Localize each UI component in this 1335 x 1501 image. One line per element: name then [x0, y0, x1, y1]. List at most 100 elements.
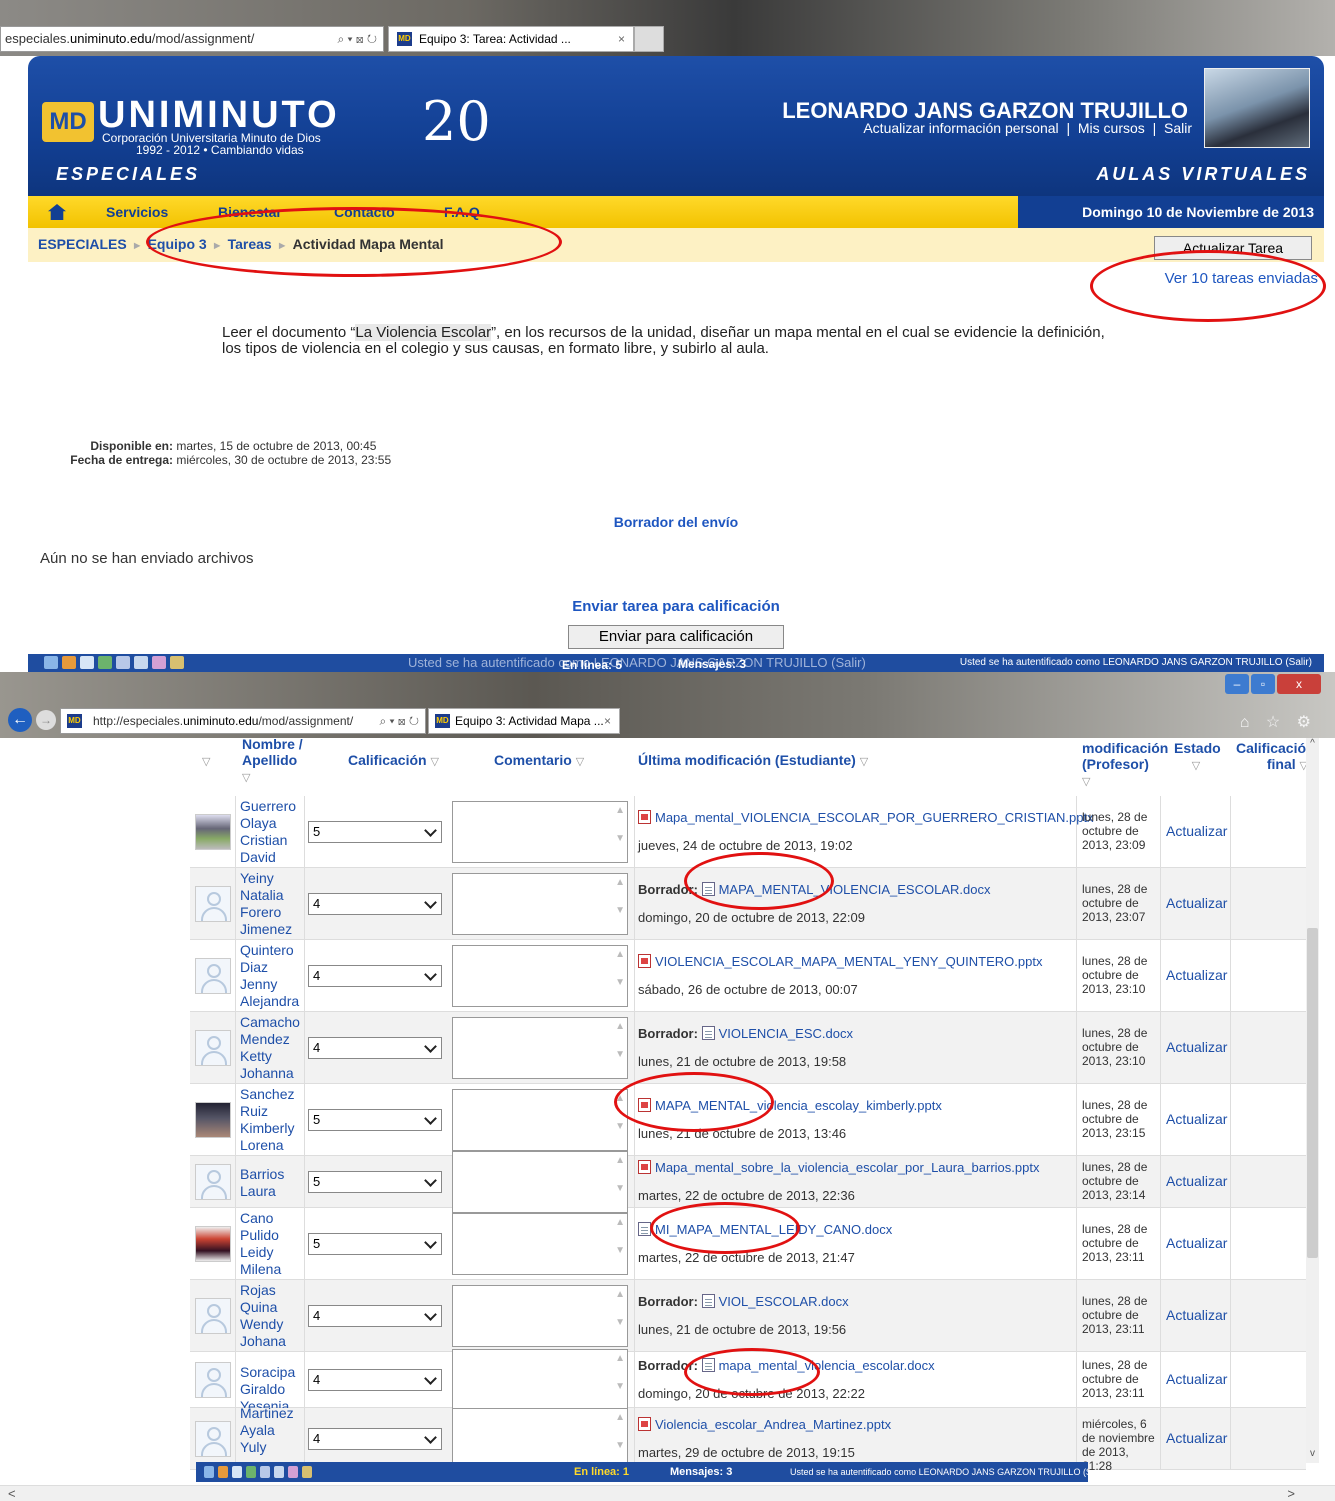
update-status-link[interactable]: Actualizar — [1166, 1235, 1227, 1251]
scroll-left-icon[interactable]: < — [8, 1486, 16, 1501]
col-status[interactable]: Estado ▽ — [1174, 740, 1221, 798]
view-submissions-link[interactable]: Ver 10 tareas enviadas — [1165, 270, 1318, 287]
student-avatar[interactable] — [195, 1421, 231, 1457]
address-bar[interactable]: especiales.uniminuto.edu/mod/assignment/… — [0, 26, 384, 52]
file-link[interactable]: mapa_mental_violencia_escolar.docx — [719, 1358, 935, 1373]
back-arrow-icon[interactable]: ← — [8, 708, 32, 732]
file-link[interactable]: VIOL_ESCOLAR.docx — [719, 1294, 849, 1309]
nav-item-servicios[interactable]: Servicios — [106, 204, 168, 220]
scroll-right-icon[interactable]: > — [1287, 1486, 1295, 1501]
sort-icon[interactable]: ▽ — [1082, 776, 1090, 788]
file-link[interactable]: Violencia_escolar_Andrea_Martinez.pptx — [655, 1417, 891, 1432]
toolbar-home-favorites-settings-icons[interactable]: ⌂ ☆ ⚙ — [1240, 712, 1317, 732]
comment-textarea[interactable]: ▲ ▼ — [452, 1408, 628, 1470]
address-controls-icon[interactable]: ⌕ ▾ ⊠ ↻ — [337, 27, 377, 51]
search-icon[interactable] — [302, 1466, 312, 1478]
update-profile-link[interactable]: Actualizar información personal — [863, 120, 1058, 136]
update-status-link[interactable]: Actualizar — [1166, 1371, 1227, 1387]
student-name-link[interactable]: Martinez Ayala Yuly — [240, 1405, 302, 1456]
student-name-link[interactable]: Camacho Mendez Ketty Johanna — [240, 1014, 302, 1082]
browser-tab[interactable]: MD Equipo 3: Actividad Mapa ... × — [428, 708, 620, 734]
grade-select[interactable]: 4 — [308, 1428, 442, 1450]
calendar-icon[interactable] — [246, 1466, 256, 1478]
users-icon[interactable] — [204, 1466, 214, 1478]
update-status-link[interactable]: Actualizar — [1166, 823, 1227, 839]
tab-close-icon[interactable]: × — [618, 27, 625, 51]
comment-textarea[interactable]: ▲ ▼ — [452, 1349, 628, 1411]
address-controls-icon[interactable]: ⌕ ▾ ⊠ ↻ — [379, 709, 419, 733]
chat-icon[interactable] — [116, 656, 130, 669]
student-avatar[interactable] — [195, 814, 231, 850]
horizontal-scrollbar[interactable]: < > — [0, 1485, 1335, 1501]
file-link[interactable]: Mapa_mental_VIOLENCIA_ESCOLAR_POR_GUERRE… — [655, 810, 1094, 825]
col-last-mod-teacher[interactable]: modificación (Profesor) ▽ — [1082, 740, 1168, 798]
people-icon[interactable] — [62, 656, 76, 669]
close-icon[interactable]: x — [1277, 674, 1321, 694]
scroll-up-icon[interactable]: ^ — [1306, 738, 1319, 749]
grade-select[interactable]: 4 — [308, 1369, 442, 1391]
file-link[interactable]: MI_MAPA_MENTAL_LEIDY_CANO.docx — [655, 1222, 892, 1237]
uniminuto-logo[interactable]: MD UNIMINUTO Corporación Universitaria M… — [42, 90, 502, 160]
sort-icon[interactable]: ▽ — [860, 756, 868, 768]
sort-icon[interactable]: ▽ — [242, 772, 250, 784]
logout-link[interactable]: Salir — [1164, 120, 1192, 136]
update-status-link[interactable]: Actualizar — [1166, 1430, 1227, 1446]
my-courses-link[interactable]: Mis cursos — [1078, 120, 1145, 136]
student-avatar[interactable] — [195, 958, 231, 994]
comment-textarea[interactable]: ▲ ▼ — [452, 873, 628, 935]
file-link[interactable]: MAPA_MENTAL_violencia_escolay_kimberly.p… — [655, 1098, 942, 1113]
student-avatar[interactable] — [195, 1226, 231, 1262]
file-link[interactable]: Mapa_mental_sobre_la_violencia_escolar_p… — [655, 1160, 1039, 1175]
update-status-link[interactable]: Actualizar — [1166, 1307, 1227, 1323]
tag-icon[interactable] — [288, 1466, 298, 1478]
update-status-link[interactable]: Actualizar — [1166, 895, 1227, 911]
col-name[interactable]: Nombre / Apellido ▽ — [242, 736, 306, 794]
student-avatar[interactable] — [195, 1030, 231, 1066]
breadcrumb-especiales[interactable]: ESPECIALES — [38, 236, 127, 252]
forum-icon[interactable] — [134, 656, 148, 669]
grade-select[interactable]: 4 — [308, 1305, 442, 1327]
forward-arrow-icon[interactable]: → — [36, 710, 56, 730]
sort-icon[interactable]: ▽ — [1192, 760, 1200, 772]
address-bar[interactable]: MD http://especiales.uniminuto.edu/mod/a… — [60, 708, 426, 734]
update-task-button[interactable]: Actualizar Tarea — [1154, 236, 1312, 260]
scroll-down-icon[interactable]: v — [1306, 1448, 1319, 1459]
comment-textarea[interactable]: ▲ ▼ — [452, 1089, 628, 1151]
file-link[interactable]: MAPA_MENTAL_VIOLENCIA_ESCOLAR.docx — [719, 882, 991, 897]
minimize-icon[interactable]: – — [1225, 674, 1249, 694]
people-icon[interactable] — [218, 1466, 228, 1478]
update-status-link[interactable]: Actualizar — [1166, 1111, 1227, 1127]
users-icon[interactable] — [44, 656, 58, 669]
grade-select[interactable]: 4 — [308, 893, 442, 915]
file-link[interactable]: VIOLENCIA_ESC.docx — [719, 1026, 853, 1041]
breadcrumb-equipo[interactable]: Equipo 3 — [148, 236, 207, 252]
comment-textarea[interactable]: ▲ ▼ — [452, 1017, 628, 1079]
messages-count[interactable]: Mensajes: 3 — [670, 1462, 732, 1482]
online-count[interactable]: En línea: 5 — [562, 656, 622, 672]
student-name-link[interactable]: Guerrero Olaya Cristian David — [240, 798, 302, 866]
file-link[interactable]: VIOLENCIA_ESCOLAR_MAPA_MENTAL_YENY_QUINT… — [655, 954, 1042, 969]
update-status-link[interactable]: Actualizar — [1166, 967, 1227, 983]
new-tab-button[interactable] — [634, 26, 664, 52]
user-avatar[interactable] — [1204, 68, 1310, 148]
comment-textarea[interactable]: ▲ ▼ — [452, 945, 628, 1007]
tab-close-icon[interactable]: × — [604, 709, 611, 733]
nav-item-bienestar[interactable]: Bienestar — [218, 204, 282, 220]
tag-icon[interactable] — [152, 656, 166, 669]
student-avatar[interactable] — [195, 886, 231, 922]
nav-item-faq[interactable]: F.A.Q. — [444, 204, 484, 220]
home-icon[interactable] — [48, 204, 66, 220]
comment-textarea[interactable]: ▲ ▼ — [452, 1151, 628, 1213]
student-avatar[interactable] — [195, 1102, 231, 1138]
student-name-link[interactable]: Cano Pulido Leidy Milena — [240, 1210, 302, 1278]
mail-icon[interactable] — [232, 1466, 242, 1478]
student-avatar[interactable] — [195, 1298, 231, 1334]
send-for-grading-button[interactable]: Enviar para calificación — [568, 625, 784, 649]
sort-icon[interactable]: ▽ — [576, 756, 584, 768]
student-name-link[interactable]: Rojas Quina Wendy Johana — [240, 1282, 302, 1350]
scroll-thumb[interactable] — [1307, 928, 1318, 1258]
student-avatar[interactable] — [195, 1164, 231, 1200]
chat-icon[interactable] — [260, 1466, 270, 1478]
search-icon[interactable] — [170, 656, 184, 669]
vertical-scrollbar[interactable]: ^ v — [1306, 738, 1319, 1463]
